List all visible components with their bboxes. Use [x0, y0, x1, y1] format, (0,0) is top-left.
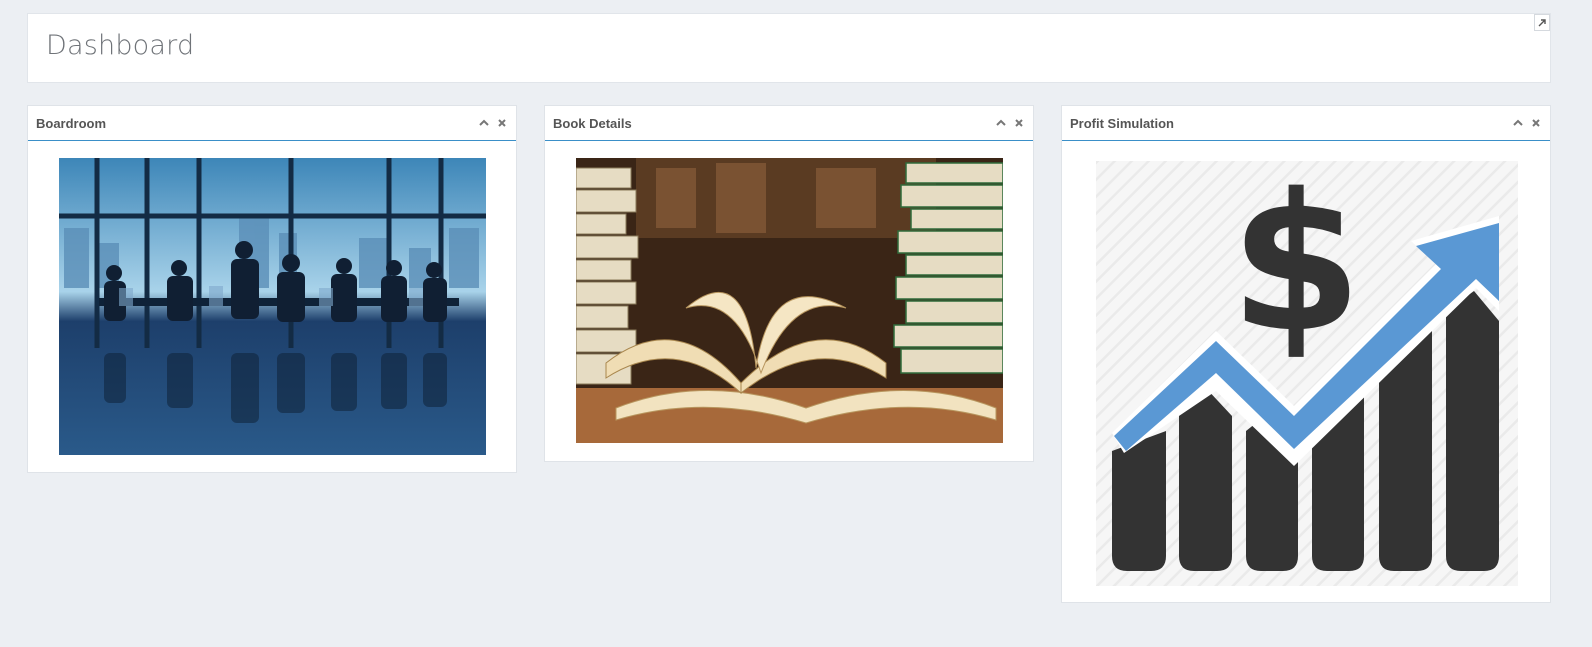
books-image	[575, 158, 1004, 443]
chevron-up-icon[interactable]	[1512, 117, 1524, 129]
boardroom-image	[59, 158, 486, 455]
widget-title: Profit Simulation	[1070, 116, 1174, 131]
svg-text:$: $	[1230, 161, 1362, 374]
widget-header: Boardroom	[28, 106, 516, 141]
page-title: Dashboard	[46, 30, 195, 61]
expand-icon[interactable]	[1534, 14, 1550, 31]
close-icon[interactable]	[496, 117, 508, 129]
chevron-up-icon[interactable]	[478, 117, 490, 129]
close-icon[interactable]	[1530, 117, 1542, 129]
boardroom-widget: Boardroom	[27, 105, 517, 473]
widget-title: Boardroom	[36, 116, 107, 131]
widget-header: Profit Simulation	[1062, 106, 1550, 141]
close-icon[interactable]	[1013, 117, 1025, 129]
widget-header: Book Details	[545, 106, 1033, 141]
book-details-widget: Book Details	[544, 105, 1034, 462]
profit-simulation-widget: Profit Simulation $	[1061, 105, 1551, 603]
page-header: Dashboard	[27, 13, 1551, 83]
widget-title: Book Details	[553, 116, 632, 131]
chevron-up-icon[interactable]	[995, 117, 1007, 129]
profit-growth-icon: $	[1096, 153, 1518, 586]
